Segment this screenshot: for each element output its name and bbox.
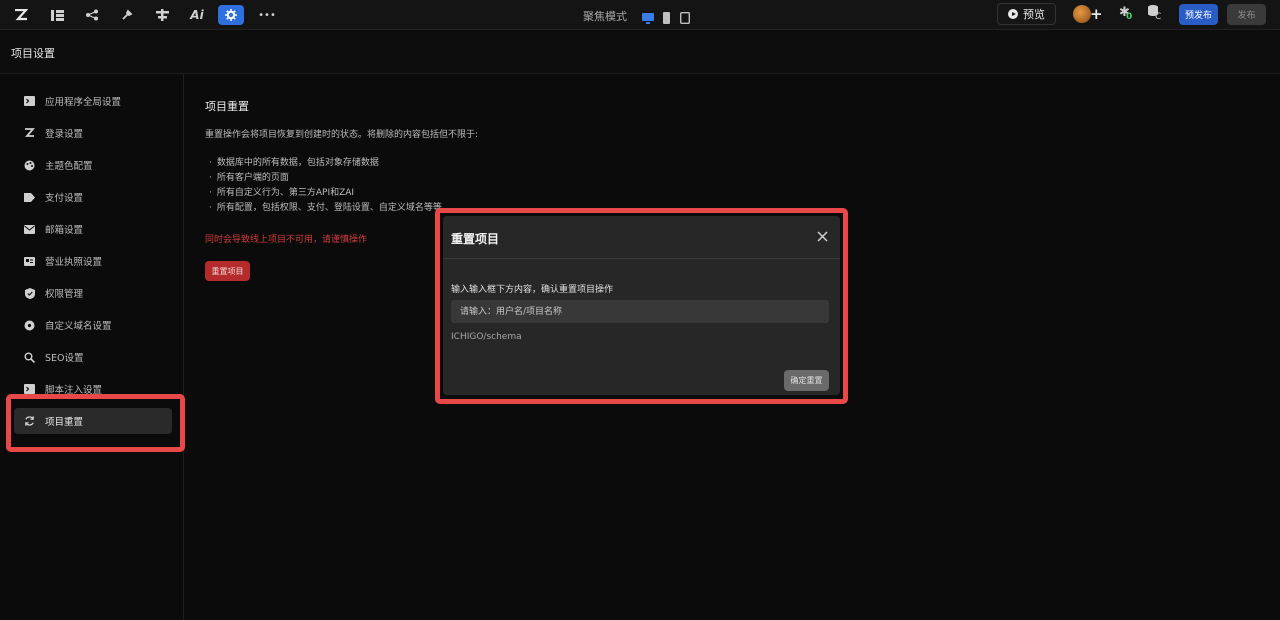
add-collaborator-icon[interactable]: + [1090, 5, 1103, 23]
bug-count-badge: 0 [1126, 12, 1133, 22]
pages-icon[interactable] [46, 5, 68, 25]
mail-icon [24, 224, 35, 235]
payment-icon [24, 192, 35, 203]
sidebar-item-label: 主题色配置 [45, 161, 93, 172]
section-title: 项目重置 [205, 100, 249, 113]
ai-icon[interactable]: Ai [186, 5, 208, 25]
prepublish-button[interactable]: 预发布 [1179, 4, 1218, 25]
search-icon [24, 352, 35, 363]
page-title: 项目设置 [11, 47, 55, 60]
modal-title: 重置项目 [451, 232, 500, 246]
focus-mode-label[interactable]: 聚焦模式 [583, 8, 627, 24]
database-badge: C [1155, 12, 1162, 22]
reset-project-modal: 重置项目 输入输入框下方内容，确认重置项目操作 ICHIGO/schema 确定… [443, 216, 840, 395]
list-item: 所有配置，包括权限、支付、登陆设置、自定义域名等等 [209, 201, 442, 216]
more-icon[interactable]: ••• [256, 5, 278, 25]
close-icon[interactable] [817, 230, 828, 246]
terminal-icon [24, 384, 35, 395]
sidebar-item-login-settings[interactable]: 登录设置 [14, 120, 172, 146]
sidebar-item-business-license[interactable]: 营业执照设置 [14, 248, 172, 274]
components-icon[interactable] [151, 5, 173, 25]
sidebar-item-theme-color[interactable]: 主题色配置 [14, 152, 172, 178]
expected-name-hint: ICHIGO/schema [451, 332, 522, 342]
sidebar-item-label: 权限管理 [45, 289, 84, 300]
list-item: 所有客户端的页面 [209, 171, 442, 186]
confirm-name-input[interactable] [451, 300, 829, 323]
terminal-icon [24, 96, 35, 107]
license-icon [24, 256, 35, 267]
modal-prompt: 输入输入框下方内容，确认重置项目操作 [451, 285, 614, 295]
settings-icon[interactable] [218, 5, 244, 25]
logo-icon [24, 128, 35, 139]
top-toolbar: Ai ••• 聚焦模式 预览 + ✱ 0 C 预发布 发布 [0, 0, 1280, 30]
preview-button[interactable]: 预览 [997, 3, 1056, 25]
sidebar-item-label: 邮箱设置 [45, 225, 84, 236]
sidebar-item-label: 支付设置 [45, 193, 84, 204]
modal-divider [443, 258, 840, 259]
shield-icon [24, 287, 35, 299]
tablet-icon[interactable] [679, 9, 691, 25]
highlight-box-sidebar [6, 394, 185, 452]
sidebar-item-payment[interactable]: 支付设置 [14, 184, 172, 210]
flow-icon[interactable] [81, 5, 103, 25]
domain-icon [24, 320, 35, 331]
sidebar-item-mail[interactable]: 邮箱设置 [14, 216, 172, 242]
confirm-reset-button[interactable]: 确定重置 [784, 370, 829, 391]
sidebar-item-label: 应用程序全局设置 [45, 97, 122, 108]
list-item: 数据库中的所有数据，包括对象存储数据 [209, 156, 442, 171]
settings-sidebar: 应用程序全局设置 登录设置 主题色配置 支付设置 邮箱设置 营业执照设置 权限管… [0, 74, 184, 620]
reset-items-list: 数据库中的所有数据，包括对象存储数据 所有客户端的页面 所有自定义行为、第三方A… [209, 156, 442, 216]
sidebar-item-custom-domain[interactable]: 自定义域名设置 [14, 312, 172, 338]
tools-icon[interactable] [116, 5, 138, 25]
mobile-icon[interactable] [663, 9, 671, 24]
sidebar-item-seo[interactable]: SEO设置 [14, 344, 172, 370]
reset-description: 重置操作会将项目恢复到创建时的状态。将删除的内容包括但不限于: [205, 130, 479, 140]
page-header: 项目设置 [0, 31, 1280, 74]
sidebar-item-label: SEO设置 [45, 353, 84, 364]
sidebar-item-permissions[interactable]: 权限管理 [14, 280, 172, 306]
palette-icon [24, 160, 35, 171]
warning-text: 同时会导致线上项目不可用，请谨慎操作 [205, 235, 368, 245]
play-icon [1008, 9, 1018, 19]
sidebar-item-label: 自定义域名设置 [45, 321, 112, 332]
list-item: 所有自定义行为、第三方API和ZAI [209, 186, 442, 201]
logo-icon[interactable] [10, 5, 32, 25]
sidebar-item-label: 营业执照设置 [45, 257, 103, 268]
avatar[interactable] [1073, 5, 1091, 23]
desktop-icon[interactable] [642, 9, 654, 24]
reset-project-button[interactable]: 重置项目 [205, 261, 250, 281]
sidebar-item-label: 登录设置 [45, 129, 84, 140]
sidebar-item-app-global-settings[interactable]: 应用程序全局设置 [14, 88, 172, 114]
preview-label: 预览 [1023, 8, 1045, 21]
publish-button[interactable]: 发布 [1227, 4, 1266, 25]
